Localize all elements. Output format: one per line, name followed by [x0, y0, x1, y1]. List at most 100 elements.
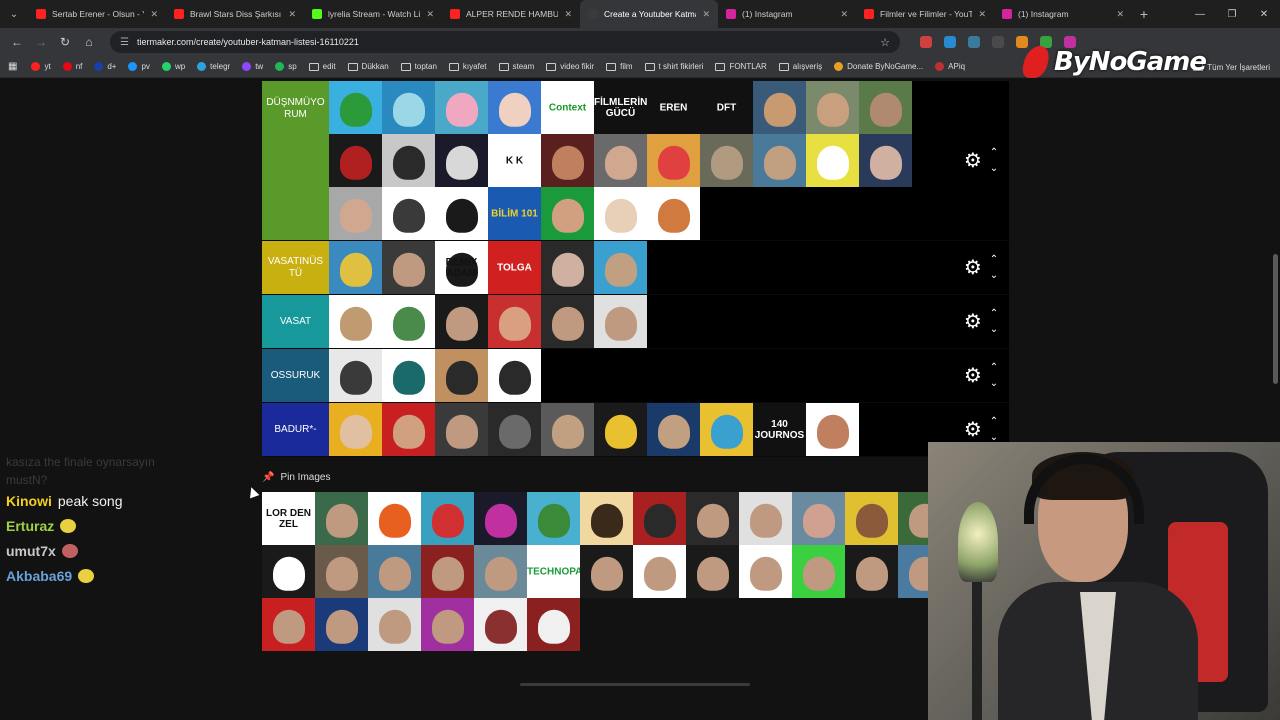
tier-image-tile[interactable] — [368, 598, 421, 651]
minimize-icon[interactable]: — — [1184, 0, 1216, 28]
tab-close-icon[interactable]: ✕ — [288, 9, 296, 20]
tier-image-tile[interactable] — [329, 295, 382, 348]
browser-tab[interactable]: Sertab Erener - Olsun - Yo ✕ — [28, 0, 166, 28]
tab-close-icon[interactable]: ✕ — [426, 9, 434, 20]
gear-icon[interactable]: ⚙ — [964, 309, 982, 334]
tier-image-tile[interactable] — [686, 545, 739, 598]
tier-image-tile[interactable] — [435, 295, 488, 348]
bookmark-item[interactable]: Donate ByNoGame... — [834, 62, 923, 71]
tier-image-tile[interactable] — [315, 492, 368, 545]
tier-image-tile[interactable] — [435, 187, 488, 240]
tier-image-tile[interactable] — [580, 545, 633, 598]
tier-image-tile[interactable] — [700, 134, 753, 187]
tab-close-icon[interactable]: ✕ — [978, 9, 986, 20]
tier-image-tile[interactable] — [633, 492, 686, 545]
dash-extension-icon[interactable] — [992, 36, 1004, 48]
tab-close-icon[interactable]: ✕ — [702, 9, 710, 20]
tier-image-tile[interactable] — [541, 295, 594, 348]
tier-image-tile[interactable] — [806, 81, 859, 134]
tier-image-tile[interactable] — [647, 134, 700, 187]
tier-image-tile[interactable] — [541, 187, 594, 240]
page-scrollbar[interactable] — [1273, 254, 1278, 384]
apps-grid-icon[interactable]: ▦ — [8, 61, 17, 72]
tier-image-tile[interactable] — [421, 545, 474, 598]
tier-image-tile[interactable] — [382, 81, 435, 134]
tier-image-tile[interactable]: K K — [488, 134, 541, 187]
bookmark-item[interactable]: steam — [498, 62, 534, 71]
tier-image-tile[interactable] — [541, 241, 594, 294]
chevron-down-icon[interactable]: ⌄ — [990, 161, 998, 177]
tier-image-tile[interactable] — [329, 241, 382, 294]
tier-image-tile[interactable] — [488, 81, 541, 134]
tier-image-tile[interactable]: REMIX ADAM — [435, 241, 488, 294]
tier-image-tile[interactable] — [647, 187, 700, 240]
gear-icon[interactable]: ⚙ — [964, 363, 982, 388]
tier-image-tile[interactable]: EREN — [647, 81, 700, 134]
tier-image-tile[interactable] — [647, 403, 700, 456]
tier-image-tile[interactable]: TECHNOPAT — [527, 545, 580, 598]
chevron-up-icon[interactable]: ⌃ — [990, 360, 998, 376]
tier-image-tile[interactable] — [329, 134, 382, 187]
tier-image-tile[interactable] — [859, 81, 912, 134]
tier-image-tile[interactable] — [382, 241, 435, 294]
bookmark-item[interactable]: FONTLAR — [715, 62, 767, 71]
tier-image-tile[interactable] — [633, 545, 686, 598]
tier-image-tile[interactable] — [421, 492, 474, 545]
tier-image-tile[interactable] — [527, 598, 580, 651]
tier-image-tile[interactable]: TOLGA — [488, 241, 541, 294]
browser-tab[interactable]: (1) Instagram ✕ — [718, 0, 856, 28]
browser-tab[interactable]: (1) Instagram ✕ — [994, 0, 1132, 28]
tier-label[interactable]: VASAT — [262, 295, 329, 348]
tier-image-tile[interactable] — [594, 187, 647, 240]
tier-image-tile[interactable] — [845, 545, 898, 598]
tier-image-tile[interactable] — [806, 134, 859, 187]
restore-icon[interactable]: ❐ — [1216, 0, 1248, 28]
tier-image-tile[interactable] — [541, 403, 594, 456]
tab-close-icon[interactable]: ✕ — [150, 9, 158, 20]
chevron-up-icon[interactable]: ⌃ — [990, 252, 998, 268]
chevron-up-icon[interactable]: ⌃ — [990, 145, 998, 161]
bookmark-item[interactable]: telegr — [197, 62, 230, 71]
tier-image-tile[interactable] — [594, 241, 647, 294]
tier-image-tile[interactable] — [262, 598, 315, 651]
tier-image-tile[interactable] — [806, 403, 859, 456]
site-info-icon[interactable]: ☰ — [120, 37, 129, 48]
tier-image-tile[interactable] — [859, 134, 912, 187]
tier-image-tile[interactable] — [329, 349, 382, 402]
tier-image-tile[interactable]: 140 JOURNOS — [753, 403, 806, 456]
bookmark-item[interactable]: wp — [161, 62, 185, 71]
tier-image-tile[interactable] — [594, 295, 647, 348]
pin-images-header[interactable]: 📌 Pin Images — [262, 472, 330, 483]
tier-image-tile[interactable] — [474, 492, 527, 545]
browser-tab[interactable]: Brawl Stars Diss Şarkısı | Y ✕ — [166, 0, 304, 28]
gear-icon[interactable]: ⚙ — [964, 255, 982, 280]
bookmark-item[interactable]: sp — [275, 62, 297, 71]
tier-image-tile[interactable] — [382, 295, 435, 348]
tier-image-tile[interactable] — [488, 349, 541, 402]
tier-image-tile[interactable] — [368, 545, 421, 598]
tier-image-tile[interactable] — [753, 134, 806, 187]
tab-close-icon[interactable]: ✕ — [840, 9, 848, 20]
tier-image-tile[interactable]: BİLİM 101 — [488, 187, 541, 240]
tier-label[interactable]: DÜŞNMÜYO RUM — [262, 81, 329, 240]
tier-image-tile[interactable] — [488, 403, 541, 456]
tier-image-tile[interactable] — [329, 81, 382, 134]
bookmark-item[interactable]: tw — [242, 62, 263, 71]
tier-image-tile[interactable] — [421, 598, 474, 651]
chevron-down-icon[interactable]: ⌄ — [990, 268, 998, 284]
calendar-extension-icon[interactable] — [920, 36, 932, 48]
tier-image-tile[interactable] — [382, 349, 435, 402]
browser-tab[interactable]: lyrelia Stream - Watch Liv ✕ — [304, 0, 442, 28]
bookmark-item[interactable]: nf — [62, 62, 82, 71]
gear-icon[interactable]: ⚙ — [964, 417, 982, 442]
bookmark-star-icon[interactable]: ☆ — [880, 36, 890, 49]
tier-label[interactable]: OSSURUK — [262, 349, 329, 402]
tier-image-tile[interactable] — [368, 492, 421, 545]
bookmark-item[interactable]: alışveriş — [778, 62, 822, 71]
chevron-down-icon[interactable]: ⌄ — [990, 322, 998, 338]
tier-image-tile[interactable] — [382, 134, 435, 187]
tab-search-menu-icon[interactable]: ⌄ — [0, 0, 28, 28]
reload-icon[interactable]: ↻ — [54, 31, 76, 53]
browser-tab[interactable]: Filmler ve Filimler - YouTu ✕ — [856, 0, 994, 28]
tier-image-tile[interactable]: Context — [541, 81, 594, 134]
